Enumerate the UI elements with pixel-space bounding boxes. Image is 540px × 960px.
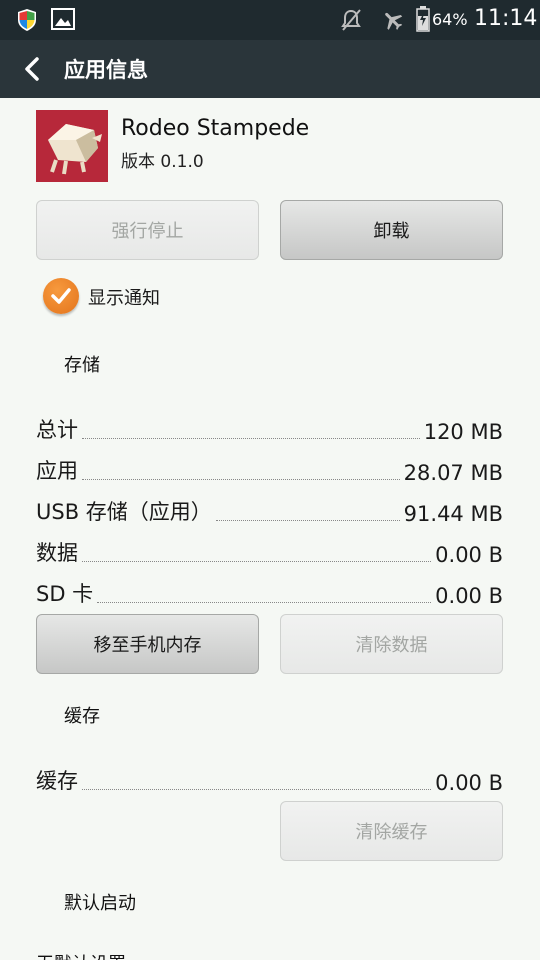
- row-leader: [82, 438, 420, 439]
- page-title: 应用信息: [64, 58, 148, 82]
- row-leader: [82, 479, 400, 480]
- row-label: USB 存储（应用）: [36, 500, 212, 524]
- chevron-left-icon[interactable]: [22, 56, 42, 82]
- row-label: 缓存: [36, 769, 78, 793]
- app-icon: [36, 110, 108, 182]
- default-launch-status: 无默认设置: [36, 950, 126, 960]
- app-bar: 应用信息: [0, 40, 540, 98]
- status-bar: 64% 11:14: [0, 0, 540, 40]
- storage-row-usb: USB 存储（应用） 91.44 MB: [36, 496, 503, 526]
- airplane-icon: [385, 12, 403, 30]
- battery-charging-icon: [416, 6, 430, 32]
- row-value: 91.44 MB: [403, 502, 503, 526]
- row-value: 28.07 MB: [403, 461, 503, 485]
- row-label: 数据: [36, 541, 78, 565]
- notification-label: 显示通知: [88, 288, 160, 309]
- battery-percent: 64%: [432, 10, 468, 29]
- clear-data-button[interactable]: 清除数据: [280, 614, 503, 674]
- storage-row-app: 应用 28.07 MB: [36, 455, 503, 485]
- row-leader: [97, 602, 432, 603]
- row-label: 总计: [36, 418, 78, 442]
- shield-icon: [18, 9, 36, 31]
- cache-row: 缓存 0.00 B: [36, 765, 503, 795]
- row-value: 0.00 B: [435, 771, 503, 795]
- row-leader: [82, 789, 432, 790]
- notification-checkbox[interactable]: [43, 278, 79, 314]
- uninstall-button[interactable]: 卸载: [280, 200, 503, 260]
- storage-row-total: 总计 120 MB: [36, 414, 503, 444]
- row-leader: [82, 561, 432, 562]
- move-to-phone-button[interactable]: 移至手机内存: [36, 614, 259, 674]
- mute-icon: [341, 9, 361, 31]
- storage-row-data: 数据 0.00 B: [36, 537, 503, 567]
- default-launch-section-title: 默认启动: [64, 893, 136, 914]
- row-leader: [215, 520, 400, 521]
- app-name: Rodeo Stampede: [121, 116, 310, 141]
- row-label: 应用: [36, 459, 78, 483]
- storage-section-title: 存储: [64, 355, 100, 376]
- storage-row-sd: SD 卡 0.00 B: [36, 578, 503, 608]
- checkmark-icon: [51, 288, 71, 304]
- image-icon: [51, 8, 75, 30]
- status-time: 11:14: [474, 6, 538, 31]
- cache-section-title: 缓存: [64, 706, 100, 727]
- force-stop-button[interactable]: 强行停止: [36, 200, 259, 260]
- clear-cache-button[interactable]: 清除缓存: [280, 801, 503, 861]
- row-value: 120 MB: [423, 420, 503, 444]
- row-value: 0.00 B: [435, 543, 503, 567]
- row-value: 0.00 B: [435, 584, 503, 608]
- row-label: SD 卡: [36, 582, 94, 606]
- app-version: 版本 0.1.0: [121, 152, 204, 172]
